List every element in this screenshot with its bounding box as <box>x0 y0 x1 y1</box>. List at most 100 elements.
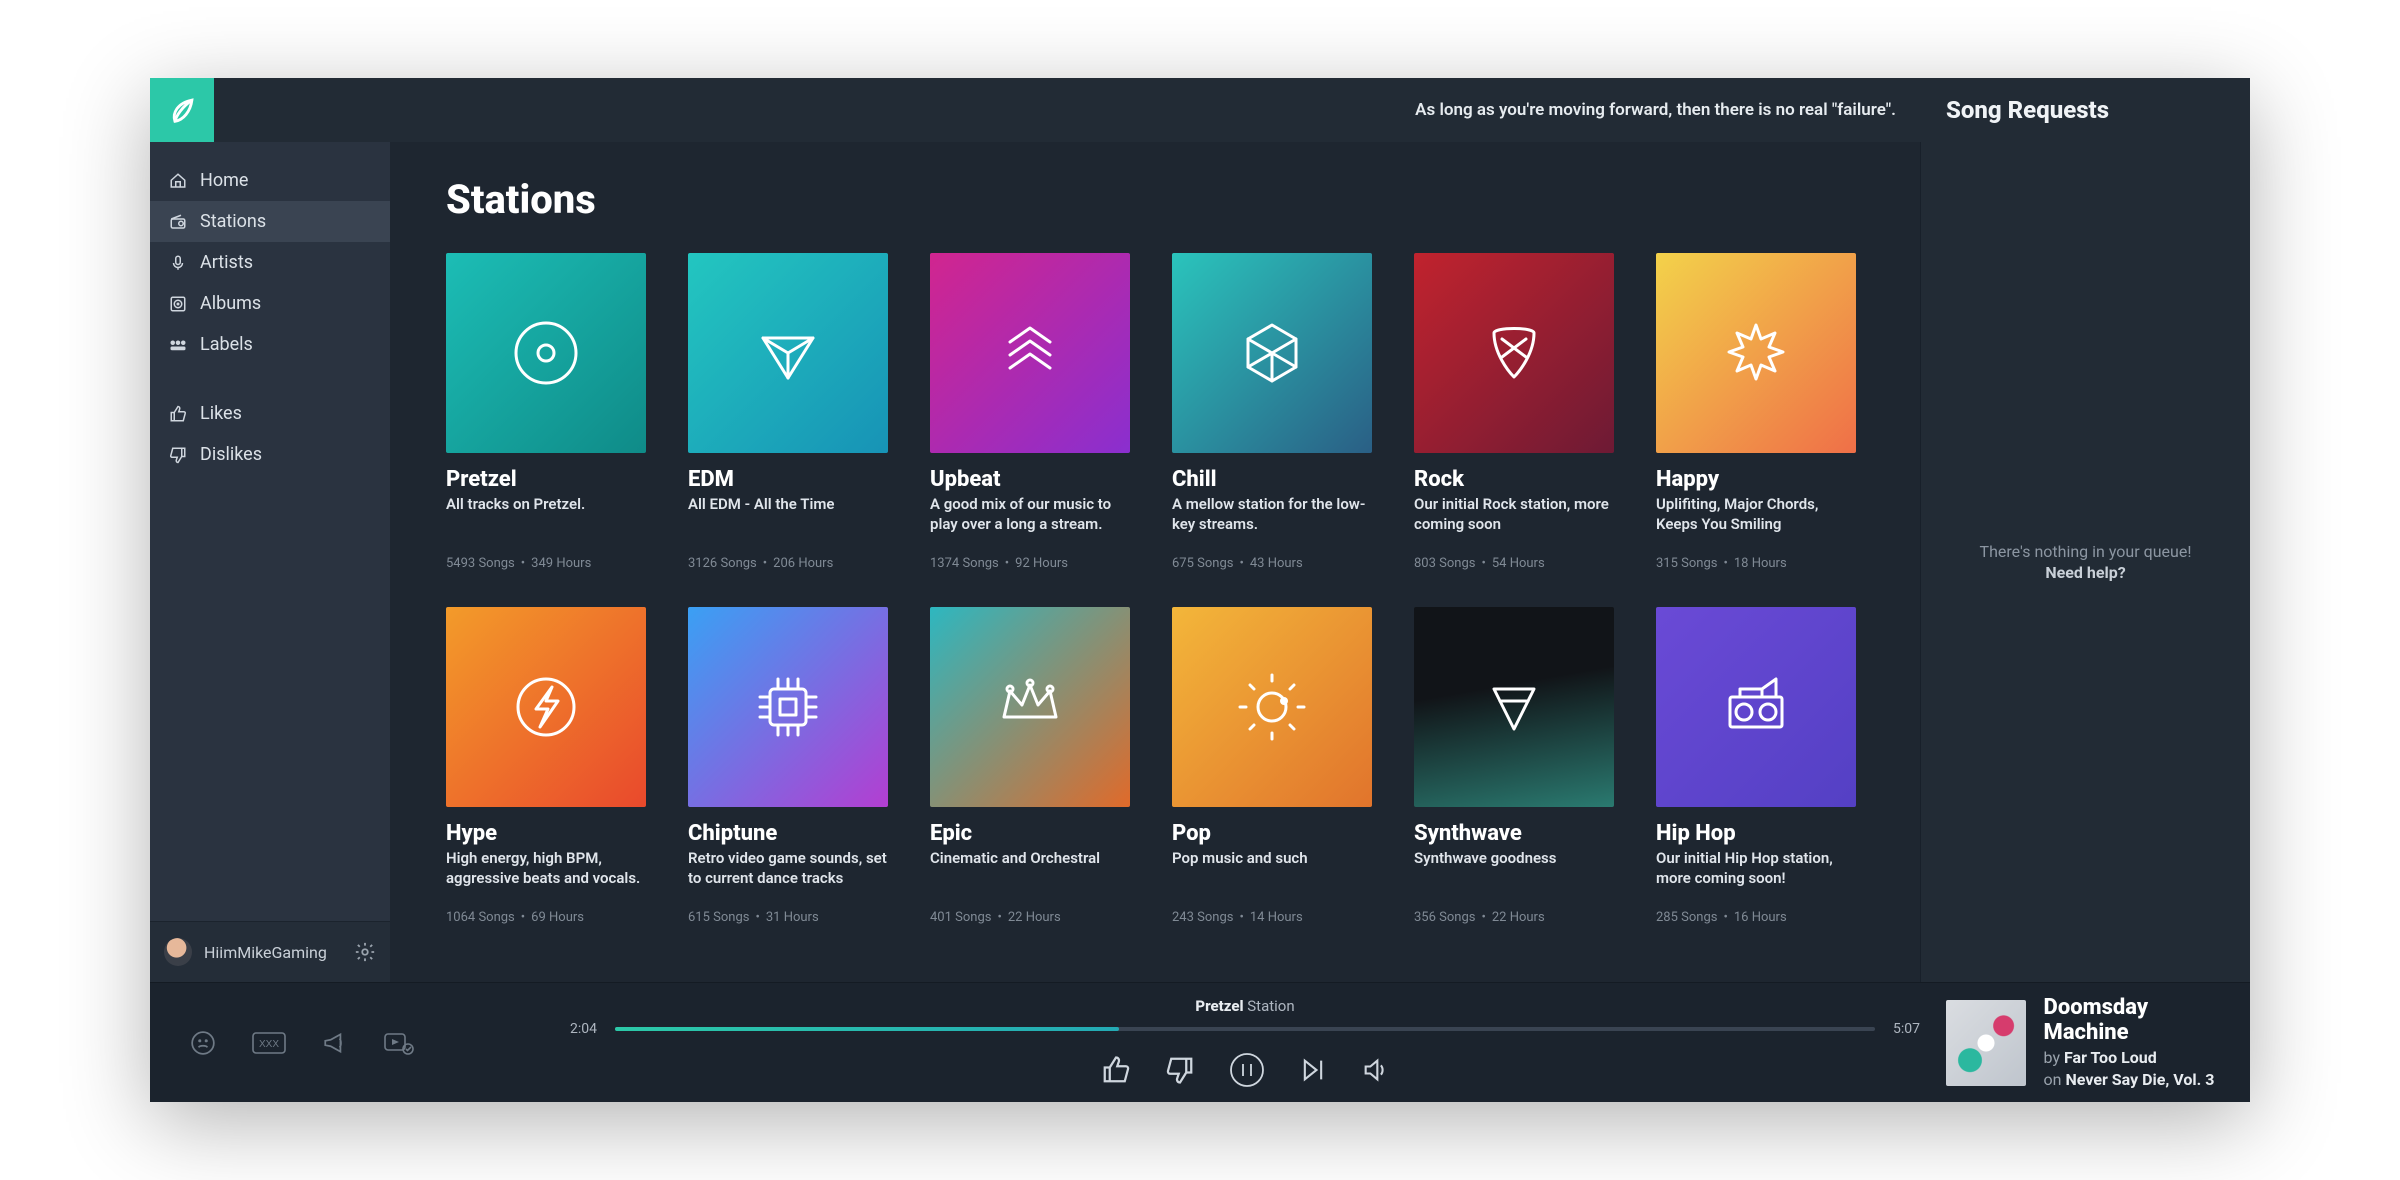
station-tile[interactable] <box>446 607 646 807</box>
volume-icon <box>1361 1056 1389 1084</box>
face-frown-icon <box>190 1030 216 1056</box>
station-tile[interactable] <box>1414 607 1614 807</box>
sidebar-item-label: Stations <box>200 211 266 232</box>
station-tile[interactable] <box>688 253 888 453</box>
logo[interactable] <box>150 78 214 142</box>
gear-icon <box>354 941 376 963</box>
triangle-bar-icon <box>1474 667 1554 747</box>
dislike-button[interactable] <box>1165 1055 1195 1085</box>
station-tile[interactable] <box>688 607 888 807</box>
station-description: Our initial Hip Hop station, more coming… <box>1656 848 1856 890</box>
station-meta: 356 Songs•22 Hours <box>1414 910 1614 925</box>
pause-icon <box>1229 1052 1265 1088</box>
main-content: Stations Pretzel All tracks on Pretzel. … <box>390 142 1920 982</box>
station-card: EDM All EDM - All the Time 3126 Songs•20… <box>688 253 888 571</box>
people-icon <box>168 335 188 355</box>
station-tile[interactable] <box>1414 253 1614 453</box>
duration: 5:07 <box>1893 1021 1920 1037</box>
station-card: Synthwave Synthwave goodness 356 Songs•2… <box>1414 607 1614 925</box>
station-tile[interactable] <box>930 253 1130 453</box>
thumbs-up-icon <box>168 404 188 424</box>
sidebar-item-home[interactable]: Home <box>150 160 390 201</box>
need-help-link[interactable]: Need help? <box>2045 563 2125 582</box>
station-card: Pop Pop music and such 243 Songs•14 Hour… <box>1172 607 1372 925</box>
station-meta: 5493 Songs•349 Hours <box>446 556 646 571</box>
play-pause-button[interactable] <box>1229 1052 1265 1088</box>
mic-icon <box>168 253 188 273</box>
sidebar-item-artists[interactable]: Artists <box>150 242 390 283</box>
station-card: Happy Uplifiting, Major Chords, Keeps Yo… <box>1656 253 1856 571</box>
player-bar: XXX Pretzel Station 2:04 5:07 <box>150 982 2250 1102</box>
thumbs-up-icon <box>1101 1055 1131 1085</box>
track-artist[interactable]: Far Too Loud <box>2064 1048 2157 1067</box>
burst-icon <box>1716 313 1796 393</box>
sidebar-item-likes[interactable]: Likes <box>150 393 390 434</box>
sidebar-item-label: Home <box>200 170 248 191</box>
station-tile[interactable] <box>1172 253 1372 453</box>
current-time: 2:04 <box>570 1021 597 1037</box>
album-art[interactable] <box>1946 1000 2026 1086</box>
song-requests-title: Song Requests <box>1920 96 2250 124</box>
station-name: Hype <box>446 821 646 846</box>
seek-bar[interactable] <box>615 1027 1875 1031</box>
bolt-circle-icon <box>506 667 586 747</box>
sidebar-item-dislikes[interactable]: Dislikes <box>150 434 390 475</box>
station-name: Upbeat <box>930 467 1130 492</box>
station-name: Synthwave <box>1414 821 1614 846</box>
explicit-filter-button[interactable]: XXX <box>252 1032 286 1054</box>
seek-fill <box>615 1027 1119 1031</box>
volume-button[interactable] <box>1361 1056 1389 1084</box>
station-meta: 1064 Songs•69 Hours <box>446 910 646 925</box>
now-playing-track: Doomsday Machine by Far Too Loud on Neve… <box>1920 983 2250 1102</box>
sidebar-item-labels[interactable]: Labels <box>150 324 390 365</box>
vinyl-icon <box>506 313 586 393</box>
station-meta: 3126 Songs•206 Hours <box>688 556 888 571</box>
next-button[interactable] <box>1299 1056 1327 1084</box>
diamond-icon <box>748 313 828 393</box>
sidebar-item-albums[interactable]: Albums <box>150 283 390 324</box>
megaphone-icon <box>322 1030 348 1056</box>
station-card: Epic Cinematic and Orchestral 401 Songs•… <box>930 607 1130 925</box>
sidebar-item-label: Labels <box>200 334 253 355</box>
station-description: A good mix of our music to play over a l… <box>930 494 1130 536</box>
station-tile[interactable] <box>1656 253 1856 453</box>
top-bar: As long as you're moving forward, then t… <box>150 78 2250 142</box>
announce-button[interactable] <box>322 1030 348 1056</box>
station-description: High energy, high BPM, aggressive beats … <box>446 848 646 890</box>
station-card: Hip Hop Our initial Hip Hop station, mor… <box>1656 607 1856 925</box>
station-name: EDM <box>688 467 888 492</box>
station-meta: 803 Songs•54 Hours <box>1414 556 1614 571</box>
settings-button[interactable] <box>354 941 376 963</box>
avatar[interactable] <box>164 938 192 966</box>
explicit-badge-icon: XXX <box>252 1032 286 1054</box>
like-button[interactable] <box>1101 1055 1131 1085</box>
station-tile[interactable] <box>446 253 646 453</box>
disc-icon <box>168 294 188 314</box>
station-tile[interactable] <box>1172 607 1372 807</box>
station-tile[interactable] <box>1656 607 1856 807</box>
station-description: Synthwave goodness <box>1414 848 1614 890</box>
station-tile[interactable] <box>930 607 1130 807</box>
station-meta: 675 Songs•43 Hours <box>1172 556 1372 571</box>
pick-icon <box>1474 313 1554 393</box>
station-meta: 615 Songs•31 Hours <box>688 910 888 925</box>
home-icon <box>168 171 188 191</box>
sidebar-item-label: Artists <box>200 252 253 273</box>
station-card: Rock Our initial Rock station, more comi… <box>1414 253 1614 571</box>
boombox-icon <box>1716 667 1796 747</box>
sidebar-item-stations[interactable]: Stations <box>150 201 390 242</box>
safe-playlist-button[interactable] <box>384 1031 414 1055</box>
track-album[interactable]: Never Say Die, Vol. 3 <box>2065 1070 2214 1089</box>
mute-face-button[interactable] <box>190 1030 216 1056</box>
player-center: Pretzel Station 2:04 5:07 <box>570 983 1920 1102</box>
station-description: A mellow station for the low-key streams… <box>1172 494 1372 536</box>
sidebar-item-label: Dislikes <box>200 444 262 465</box>
song-requests-panel: There's nothing in your queue! Need help… <box>1920 142 2250 982</box>
station-name: Pop <box>1172 821 1372 846</box>
station-card: Hype High energy, high BPM, aggressive b… <box>446 607 646 925</box>
progress-row: 2:04 5:07 <box>570 1021 1920 1037</box>
video-check-icon <box>384 1031 414 1055</box>
station-name: Rock <box>1414 467 1614 492</box>
station-meta: 401 Songs•22 Hours <box>930 910 1130 925</box>
chip-icon <box>748 667 828 747</box>
